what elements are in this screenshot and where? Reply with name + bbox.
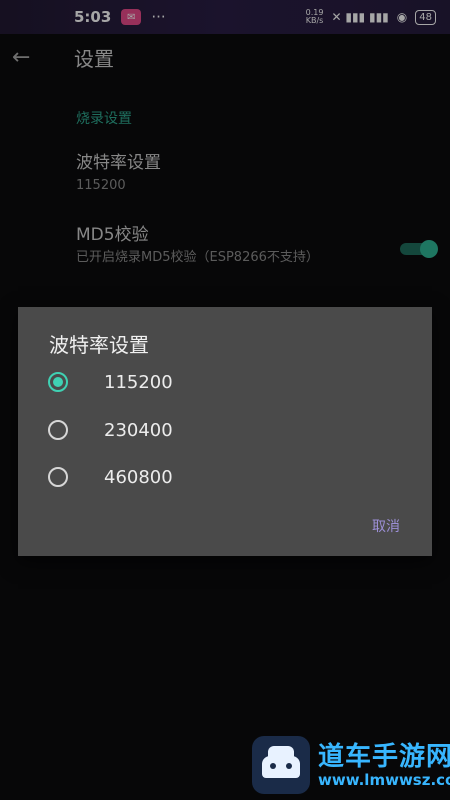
option-230400[interactable]: 230400 [48,415,173,445]
baud-rate-dialog: 波特率设置 115200 230400 460800 取消 [18,307,432,556]
option-115200[interactable]: 115200 [48,367,173,397]
option-label: 115200 [104,371,173,393]
radio-unchecked-icon[interactable] [48,467,68,487]
option-label: 460800 [104,466,173,488]
radio-checked-icon[interactable] [48,372,68,392]
radio-unchecked-icon[interactable] [48,420,68,440]
option-label: 230400 [104,419,173,441]
car-logo-icon [252,736,310,794]
dialog-title: 波特率设置 [49,333,149,357]
cancel-button[interactable]: 取消 [372,516,400,536]
watermark: 道车手游网 www.lmwwsz.com [252,736,450,794]
watermark-url: www.lmwwsz.com [318,771,450,789]
option-460800[interactable]: 460800 [48,462,173,492]
watermark-name: 道车手游网 [318,742,450,772]
